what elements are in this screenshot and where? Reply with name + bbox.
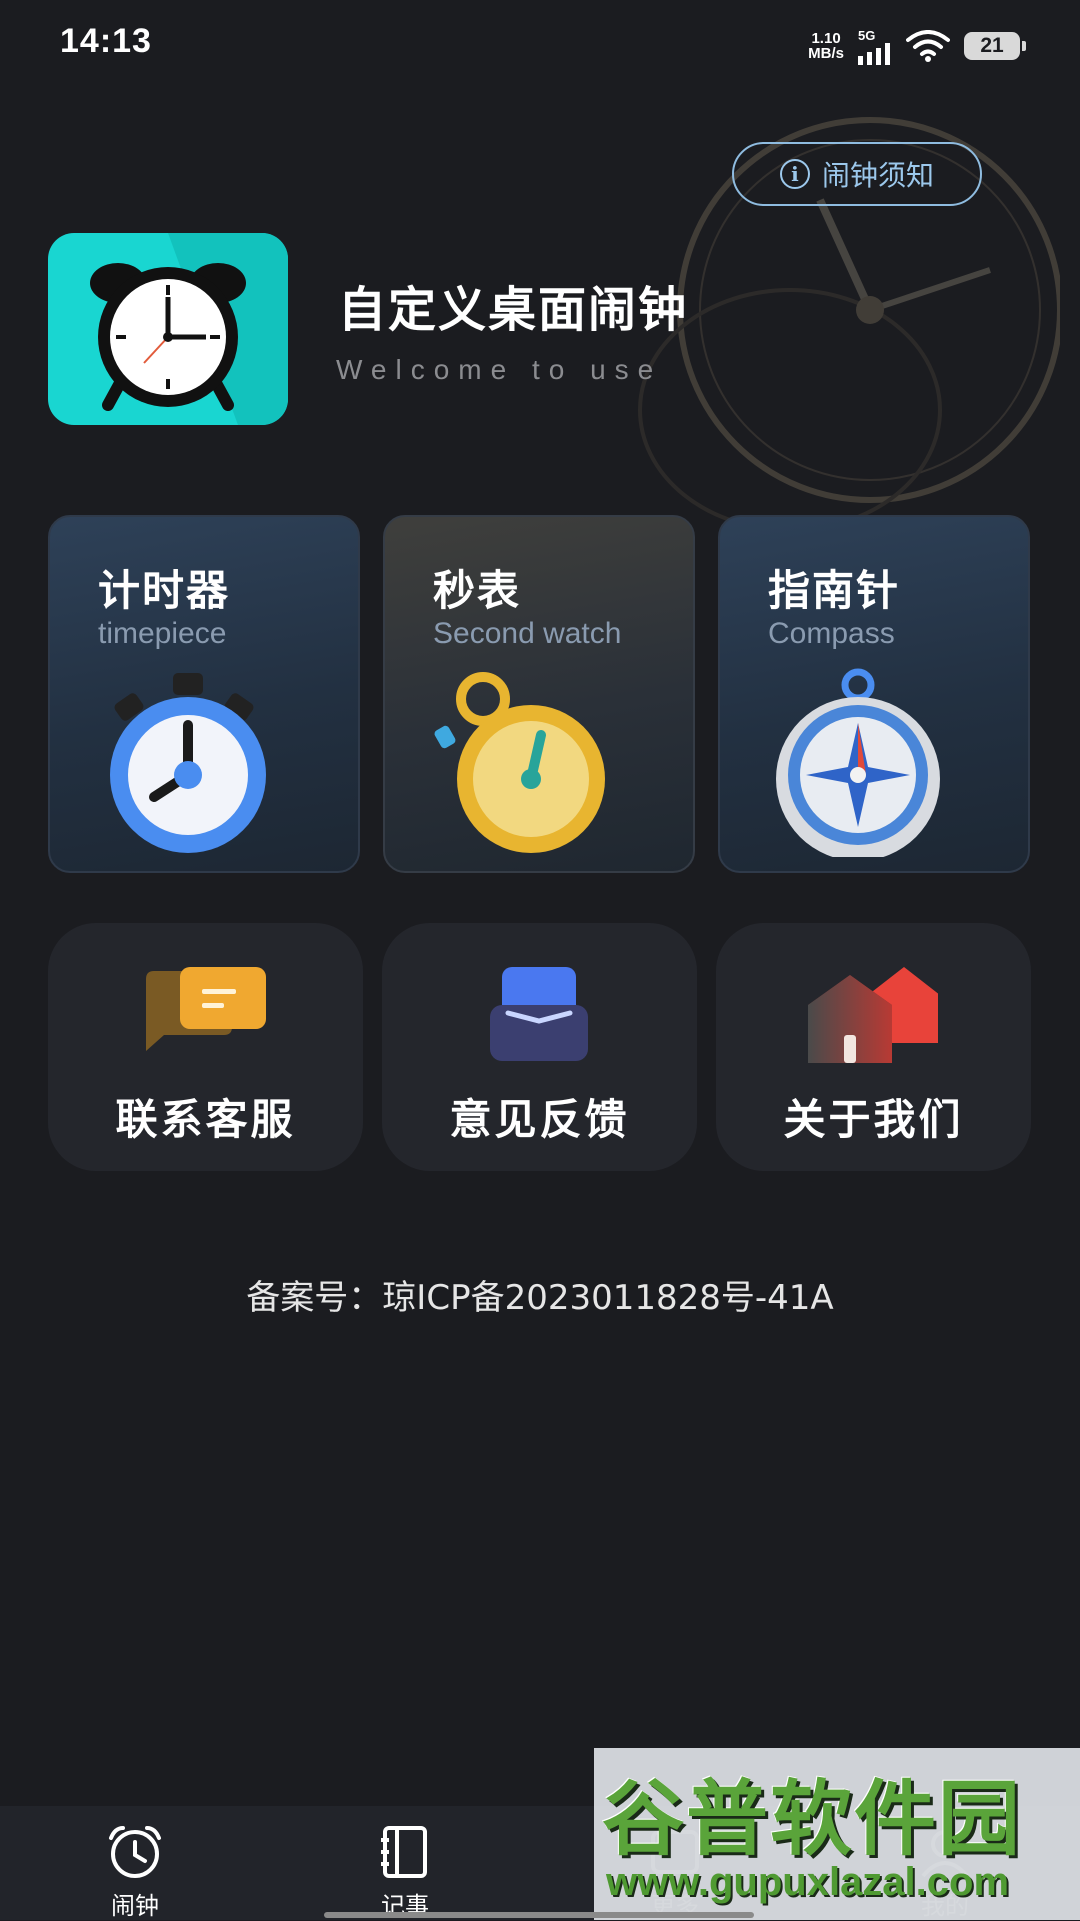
feature-title: 指南针 <box>768 566 901 615</box>
feature-subtitle: Second watch <box>433 617 622 650</box>
icp-record: 备案号：琼ICP备2023011828号-41A <box>246 1278 834 1318</box>
service-label: 联系客服 <box>115 1095 296 1144</box>
service-label: 关于我们 <box>783 1095 964 1144</box>
watermark-text: 谷普软件园 <box>602 1772 1023 1867</box>
house-icon <box>808 967 938 1063</box>
stopwatch-icon <box>434 672 605 853</box>
watermark: 谷普软件园 www.gupuxlazal.com <box>594 1748 1080 1920</box>
status-time: 14:13 <box>60 22 152 60</box>
wifi-icon <box>906 30 950 62</box>
compass-icon <box>776 668 940 857</box>
watermark-url: www.gupuxlazal.com <box>606 1860 1010 1904</box>
home-indicator[interactable] <box>324 1912 754 1918</box>
feature-subtitle: Compass <box>768 617 895 650</box>
notebook-icon <box>381 1826 427 1878</box>
feature-title: 计时器 <box>98 566 231 615</box>
app-subtitle: Welcome to use <box>336 354 663 385</box>
status-icons: 1.10 MB/s 5G 21 <box>808 26 1026 66</box>
app-title: 自定义桌面闹钟 <box>338 282 689 338</box>
timer-card[interactable]: 计时器 timepiece <box>48 515 360 873</box>
chat-icon <box>146 967 266 1051</box>
contact-service-card[interactable]: 联系客服 <box>48 923 363 1171</box>
alarm-icon <box>109 1826 161 1878</box>
info-icon: i <box>779 159 810 189</box>
compass-card[interactable]: 指南针 Compass <box>718 515 1030 873</box>
battery-icon: 21 <box>964 32 1026 60</box>
nav-label: 闹钟 <box>111 1892 159 1920</box>
timer-icon <box>110 673 266 853</box>
nav-alarm[interactable]: 闹钟 <box>0 1806 270 1920</box>
notice-button[interactable]: i 闹钟须知 <box>732 142 982 206</box>
inbox-icon <box>490 967 588 1061</box>
feedback-card[interactable]: 意见反馈 <box>382 923 697 1171</box>
net-speed: 1.10 MB/s <box>808 30 844 62</box>
notice-label: 闹钟须知 <box>821 159 934 192</box>
stopwatch-card[interactable]: 秒表 Second watch <box>383 515 695 873</box>
service-label: 意见反馈 <box>449 1095 630 1144</box>
feature-title: 秒表 <box>433 566 522 615</box>
signal-icon: 5G <box>858 28 892 65</box>
feature-subtitle: timepiece <box>98 617 227 650</box>
about-us-card[interactable]: 关于我们 <box>716 923 1031 1171</box>
alarm-clock-icon <box>90 233 288 425</box>
nav-notes[interactable]: 记事 <box>270 1806 540 1920</box>
app-logo <box>48 233 288 425</box>
